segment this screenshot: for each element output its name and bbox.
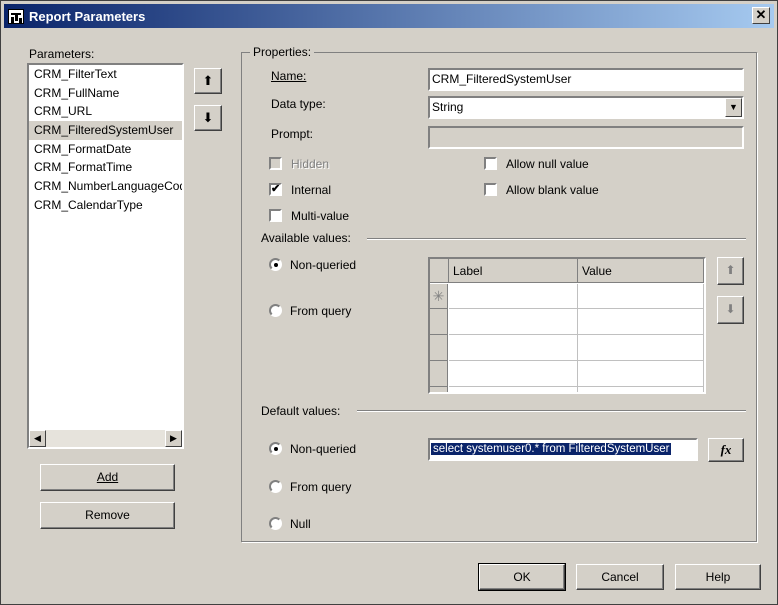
allow-blank-checkbox[interactable] <box>484 183 497 196</box>
datatype-value: String <box>432 100 464 114</box>
row-header <box>430 387 448 392</box>
hidden-checkbox[interactable] <box>269 157 282 170</box>
internal-label: Internal <box>291 183 332 197</box>
available-values-title: Available values: <box>261 231 351 245</box>
grid-cell[interactable] <box>578 335 704 361</box>
function-icon: fx <box>720 442 732 457</box>
grid-header-value[interactable]: Value <box>578 259 704 283</box>
default-fromquery-label: From query <box>290 480 352 494</box>
grid-cell[interactable] <box>578 284 704 309</box>
grid-cell[interactable] <box>449 335 578 361</box>
default-fromquery-radio[interactable] <box>269 480 282 493</box>
close-button[interactable]: ✕ <box>752 7 770 24</box>
expression-button[interactable]: fx <box>708 438 744 462</box>
arrow-up-icon: ⬆ <box>202 73 214 88</box>
grid-corner <box>430 259 449 283</box>
parameters-horizontal-scrollbar[interactable]: ◀ ▶ <box>29 430 182 447</box>
cancel-button-label: Cancel <box>601 570 639 584</box>
default-nonqueried-label: Non-queried <box>290 442 357 456</box>
help-button[interactable]: Help <box>675 564 761 590</box>
available-fromquery-label: From query <box>290 304 352 318</box>
properties-title: Properties: <box>250 45 315 59</box>
remove-button[interactable]: Remove <box>40 502 175 529</box>
row-header <box>430 361 448 387</box>
prompt-input[interactable] <box>428 126 744 149</box>
row-header <box>430 335 448 361</box>
arrow-up-icon: ⬆ <box>725 263 736 277</box>
default-values-title: Default values: <box>261 404 341 418</box>
grid-cell[interactable] <box>449 284 578 309</box>
ok-button-label: OK <box>513 570 531 584</box>
available-nonqueried-label: Non-queried <box>290 258 357 272</box>
allow-null-checkbox[interactable] <box>484 157 497 170</box>
report-app-icon <box>8 9 24 24</box>
grid-cell[interactable] <box>578 361 704 387</box>
grid-cell[interactable] <box>449 387 578 392</box>
title-bar[interactable]: Report Parameters ✕ <box>4 4 774 28</box>
new-row-icon: ✳ <box>430 284 448 309</box>
row-header <box>430 309 448 335</box>
parameters-label: Parameters: <box>29 47 95 61</box>
grid-cell[interactable] <box>578 387 704 392</box>
datatype-label: Data type: <box>271 97 326 111</box>
available-nonqueried-radio[interactable] <box>269 258 282 271</box>
available-values-grid[interactable]: Label Value ✳ <box>428 257 706 394</box>
default-null-label: Null <box>290 517 311 531</box>
multivalue-checkbox[interactable] <box>269 209 282 222</box>
multivalue-label: Multi-value <box>291 209 350 223</box>
checkmark-icon: ✔ <box>271 183 281 195</box>
parameter-list-item[interactable]: CRM_CalendarType <box>29 196 182 215</box>
default-values-divider <box>357 410 746 412</box>
default-null-radio[interactable] <box>269 517 282 530</box>
ok-button[interactable]: OK <box>478 563 566 591</box>
parameter-list-item[interactable]: CRM_NumberLanguageCode <box>29 177 182 196</box>
hidden-label: Hidden <box>291 157 330 171</box>
chevron-down-icon[interactable]: ▼ <box>725 98 742 117</box>
grid-cell[interactable] <box>449 361 578 387</box>
arrow-down-icon: ⬇ <box>202 110 214 125</box>
prompt-label: Prompt: <box>271 127 314 141</box>
parameter-list-item[interactable]: CRM_URL <box>29 102 182 121</box>
parameter-list-item[interactable]: CRM_FormatDate <box>29 140 182 159</box>
parameter-list-item[interactable]: CRM_FilteredSystemUser <box>29 121 182 140</box>
move-up-button[interactable]: ⬆ <box>194 68 222 94</box>
grid-header-label[interactable]: Label <box>449 259 578 283</box>
allow-null-label: Allow null value <box>506 157 589 171</box>
cancel-button[interactable]: Cancel <box>576 564 664 590</box>
move-down-button[interactable]: ⬇ <box>194 105 222 131</box>
default-expression-text: select systemuser0.* from FilteredSystem… <box>431 443 672 455</box>
name-label: Name: <box>271 69 307 83</box>
value-move-up-button[interactable]: ⬆ <box>717 257 744 285</box>
scroll-left-icon[interactable]: ◀ <box>29 430 46 447</box>
add-button[interactable]: Add <box>40 464 175 491</box>
value-move-down-button[interactable]: ⬇ <box>717 296 744 324</box>
window-title: Report Parameters <box>29 9 146 24</box>
parameter-list-item[interactable]: CRM_FormatTime <box>29 158 182 177</box>
grid-cell[interactable] <box>449 309 578 335</box>
internal-checkbox[interactable]: ✔ <box>269 183 282 196</box>
arrow-down-icon: ⬇ <box>725 302 736 316</box>
scroll-right-icon[interactable]: ▶ <box>165 430 182 447</box>
report-parameters-dialog: Report Parameters ✕ Parameters: CRM_Filt… <box>0 0 778 605</box>
add-button-label: Add <box>96 470 119 484</box>
parameters-listbox[interactable]: CRM_FilterText CRM_FullName CRM_URL CRM_Fil… <box>27 63 184 449</box>
help-button-label: Help <box>705 570 731 584</box>
parameter-list-item[interactable]: CRM_FilterText <box>29 65 182 84</box>
default-nonqueried-radio[interactable] <box>269 442 282 455</box>
default-expression-input[interactable]: select systemuser0.* from FilteredSystem… <box>428 438 698 461</box>
name-input[interactable]: CRM_FilteredSystemUser <box>428 68 744 91</box>
parameter-list-item[interactable]: CRM_FullName <box>29 84 182 103</box>
datatype-select[interactable]: String ▼ <box>428 96 744 119</box>
available-values-divider <box>367 238 746 240</box>
allow-blank-label: Allow blank value <box>506 183 599 197</box>
available-fromquery-radio[interactable] <box>269 304 282 317</box>
remove-button-label: Remove <box>85 508 130 522</box>
grid-cell[interactable] <box>578 309 704 335</box>
